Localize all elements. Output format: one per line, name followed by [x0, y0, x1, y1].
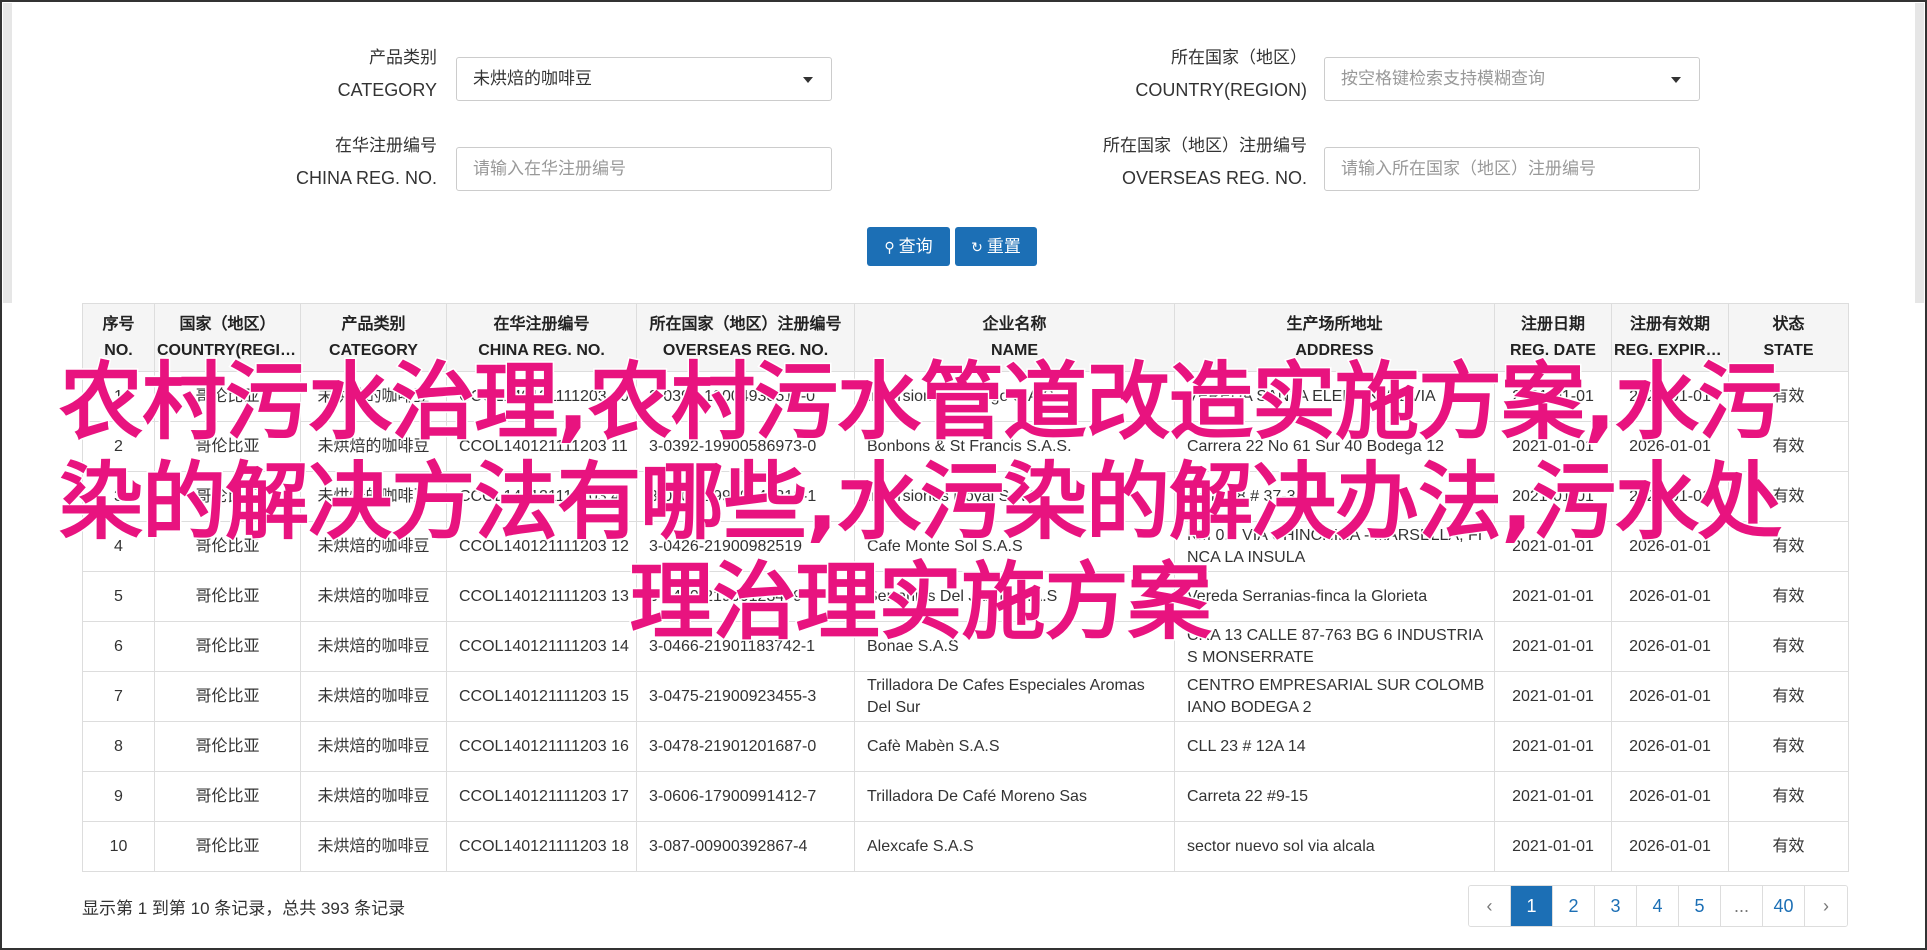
- table-row[interactable]: 8 哥伦比亚 未烘焙的咖啡豆 CCOL140121111203 16 3-0478-21…: [82, 721, 1849, 772]
- overseas-reg-label-en: OVERSEAS REG. NO.: [1121, 168, 1307, 188]
- next-page-button[interactable]: ›: [1805, 886, 1847, 926]
- cell-country: 哥伦比亚: [154, 671, 301, 722]
- overseas-reg-label-cn: 所在国家（地区）注册编号: [1103, 136, 1307, 155]
- cell-address: CENTRO EMPRESARIAL SUR COLOMBIANO BODEGA…: [1174, 671, 1495, 722]
- china-reg-label: 在华注册编号 CHINA REG. NO.: [250, 130, 437, 194]
- query-button-label: 查询: [898, 237, 933, 256]
- cell-name: Cafè Mabèn S.A.S: [854, 721, 1175, 772]
- cell-name: Trilladora De Cafes Especiales Aromas De…: [854, 671, 1175, 722]
- cell-reg-date: 2021-01-01: [1494, 821, 1612, 872]
- cell-country: 哥伦比亚: [154, 721, 301, 772]
- overseas-reg-placeholder: 请输入所在国家（地区）注册编号: [1341, 159, 1596, 178]
- country-select[interactable]: 按空格键检索支持模糊查询: [1324, 57, 1700, 101]
- category-label-en: CATEGORY: [337, 80, 437, 100]
- cell-name: Alexcafe S.A.S: [854, 821, 1175, 872]
- cell-expire: 2026-01-01: [1611, 721, 1729, 772]
- reset-button[interactable]: ↻ 重置: [955, 227, 1037, 266]
- cell-expire: 2026-01-01: [1611, 671, 1729, 722]
- table-row[interactable]: 7 哥伦比亚 未烘焙的咖啡豆 CCOL140121111203 15 3-0475-21…: [82, 671, 1849, 722]
- cell-address: Carreta 22 #9-15: [1174, 771, 1495, 822]
- cell-name: Trilladora De Café Moreno Sas: [854, 771, 1175, 822]
- cell-china-reg: CCOL140121111203 17: [446, 771, 637, 822]
- cell-country: 哥伦比亚: [154, 771, 301, 822]
- cell-country: 哥伦比亚: [154, 821, 301, 872]
- overseas-reg-input[interactable]: 请输入所在国家（地区）注册编号: [1324, 147, 1700, 191]
- cell-category: 未烘焙的咖啡豆: [300, 821, 447, 872]
- cell-overseas-reg: 3-087-00900392867-4: [636, 821, 855, 872]
- cell-expire: 2026-01-01: [1611, 821, 1729, 872]
- pagination-summary: 显示第 1 到第 10 条记录，总共 393 条记录: [82, 899, 406, 918]
- cell-china-reg: CCOL140121111203 18: [446, 821, 637, 872]
- search-icon: ⚲: [884, 239, 895, 255]
- cell-no: 10: [82, 821, 155, 872]
- page-button[interactable]: 1: [1511, 886, 1553, 926]
- category-label: 产品类别 CATEGORY: [280, 42, 437, 106]
- table-row[interactable]: 9 哥伦比亚 未烘焙的咖啡豆 CCOL140121111203 17 3-0606-17…: [82, 771, 1849, 822]
- page-button[interactable]: 5: [1679, 886, 1721, 926]
- cell-overseas-reg: 3-0478-21901201687-0: [636, 721, 855, 772]
- category-label-cn: 产品类别: [369, 48, 437, 67]
- cell-category: 未烘焙的咖啡豆: [300, 771, 447, 822]
- cell-no: 7: [82, 671, 155, 722]
- cell-state: 有效: [1728, 771, 1849, 822]
- query-button[interactable]: ⚲ 查询: [867, 227, 950, 266]
- country-label-en: COUNTRY(REGION): [1135, 80, 1307, 100]
- overseas-reg-label: 所在国家（地区）注册编号 OVERSEAS REG. NO.: [1060, 130, 1307, 194]
- reset-button-label: 重置: [986, 237, 1021, 256]
- country-select-placeholder: 按空格键检索支持模糊查询: [1341, 69, 1545, 88]
- cell-reg-date: 2021-01-01: [1494, 671, 1612, 722]
- cell-china-reg: CCOL140121111203 15: [446, 671, 637, 722]
- china-reg-input[interactable]: 请输入在华注册编号: [456, 147, 832, 191]
- left-scrollbar[interactable]: [3, 3, 12, 303]
- prev-page-button[interactable]: ‹: [1469, 886, 1511, 926]
- page-button[interactable]: 4: [1637, 886, 1679, 926]
- cell-state: 有效: [1728, 821, 1849, 872]
- country-label-cn: 所在国家（地区）: [1171, 48, 1307, 67]
- cell-address: CLL 23 # 12A 14: [1174, 721, 1495, 772]
- category-select-value: 未烘焙的咖啡豆: [473, 69, 592, 88]
- table-row[interactable]: 10 哥伦比亚 未烘焙的咖啡豆 CCOL140121111203 18 3-087-00…: [82, 821, 1849, 872]
- page-button[interactable]: 2: [1553, 886, 1595, 926]
- cell-no: 8: [82, 721, 155, 772]
- cell-address: sector nuevo sol via alcala: [1174, 821, 1495, 872]
- cell-category: 未烘焙的咖啡豆: [300, 671, 447, 722]
- page-button[interactable]: 40: [1763, 886, 1805, 926]
- cell-overseas-reg: 3-0606-17900991412-7: [636, 771, 855, 822]
- cell-reg-date: 2021-01-01: [1494, 721, 1612, 772]
- cell-overseas-reg: 3-0475-21900923455-3: [636, 671, 855, 722]
- pagination: ‹ 1 2 3 4 5... 40 ›: [1468, 885, 1848, 927]
- cell-no: 9: [82, 771, 155, 822]
- china-reg-label-cn: 在华注册编号: [335, 136, 437, 155]
- cell-category: 未烘焙的咖啡豆: [300, 721, 447, 772]
- overlay-watermark-text: 农村污水治理,农村污水管道改造实施方案,水污染的解决方法有哪些,水污染的解决办法…: [58, 352, 1784, 653]
- right-scrollbar[interactable]: [1915, 3, 1924, 303]
- chevron-down-icon: [1671, 77, 1681, 83]
- china-reg-placeholder: 请输入在华注册编号: [473, 159, 626, 178]
- chevron-down-icon: [803, 77, 813, 83]
- category-select[interactable]: 未烘焙的咖啡豆: [456, 57, 832, 101]
- page-ellipsis: ...: [1721, 886, 1763, 926]
- cell-reg-date: 2021-01-01: [1494, 771, 1612, 822]
- refresh-icon: ↻: [971, 239, 983, 255]
- page-button[interactable]: 3: [1595, 886, 1637, 926]
- china-reg-label-en: CHINA REG. NO.: [295, 168, 437, 188]
- cell-china-reg: CCOL140121111203 16: [446, 721, 637, 772]
- cell-state: 有效: [1728, 721, 1849, 772]
- cell-expire: 2026-01-01: [1611, 771, 1729, 822]
- cell-state: 有效: [1728, 671, 1849, 722]
- country-label: 所在国家（地区） COUNTRY(REGION): [1080, 42, 1307, 106]
